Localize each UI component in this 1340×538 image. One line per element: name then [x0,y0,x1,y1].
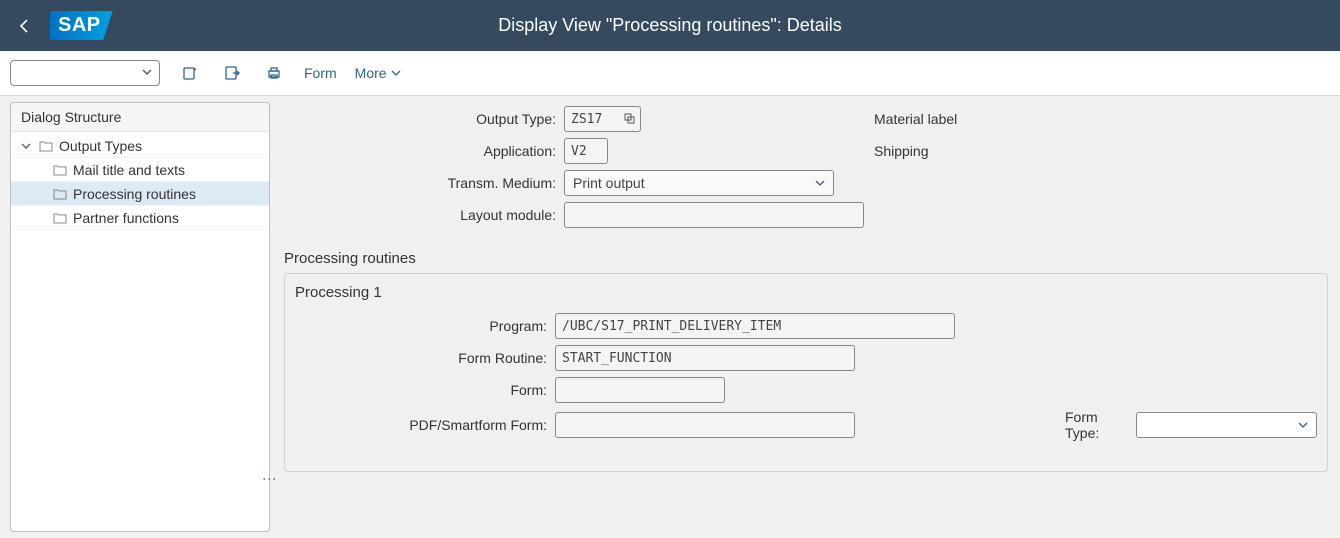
save-icon[interactable] [178,61,202,85]
transm-medium-value: Print output [573,175,645,191]
chevron-down-icon [21,141,35,151]
folder-open-icon [37,140,55,152]
sap-logo: SAP [50,11,113,40]
sidebar-header: Dialog Structure [11,103,269,132]
section-title: Processing routines [284,250,1328,267]
page-title: Display View "Processing routines": Deta… [498,0,842,51]
folder-icon [51,164,69,176]
tree-node-output-types[interactable]: Output Types [11,134,269,158]
tree-label: Mail title and texts [73,162,185,178]
program-label: Program: [295,318,555,334]
chevron-down-icon [1298,420,1308,430]
panel-title: Processing 1 [295,284,1317,301]
value-help-icon [624,113,636,125]
more-menu[interactable]: More [355,65,401,81]
output-type-field[interactable]: ZS17 [564,106,622,132]
tree: Output Types Mail title and texts Proces… [11,132,269,232]
tree-node-partner-functions[interactable]: Partner functions [11,206,269,230]
print-icon[interactable] [262,61,286,85]
output-type-desc: Material label [844,111,1104,127]
tree-label: Output Types [59,138,142,154]
form-type-select[interactable] [1136,412,1317,438]
form-field[interactable] [555,377,725,403]
form-action[interactable]: Form [304,65,337,81]
form-routine-label: Form Routine: [295,350,555,366]
command-input[interactable] [10,60,160,86]
program-field[interactable]: /UBC/S17_PRINT_DELIVERY_ITEM [555,313,955,339]
detail-content: Output Type: ZS17 Material label Applica… [278,96,1340,538]
application-label: Application: [284,143,564,159]
form-label: Form: [295,382,555,398]
form-action-label: Form [304,65,337,81]
application-desc: Shipping [844,143,1104,159]
transm-medium-label: Transm. Medium: [284,175,564,191]
tree-node-processing-routines[interactable]: Processing routines [11,182,269,206]
splitter[interactable]: ⋮ [270,96,278,538]
chevron-down-icon [391,68,401,78]
chevron-down-icon [141,66,153,78]
exit-icon[interactable] [220,61,244,85]
folder-open-icon [51,188,69,200]
chevron-down-icon [815,178,825,188]
form-routine-field[interactable]: START_FUNCTION [555,345,855,371]
transm-medium-select[interactable]: Print output [564,170,834,196]
grip-icon: ⋮ [262,472,278,485]
pdf-form-label: PDF/Smartform Form: [295,417,555,433]
folder-icon [51,212,69,224]
output-type-label: Output Type: [284,111,564,127]
tree-label: Processing routines [73,186,196,202]
processing-panel: Processing 1 Program: /UBC/S17_PRINT_DEL… [284,273,1328,472]
pdf-form-field[interactable] [555,412,855,438]
header-bar: SAP Display View "Processing routines": … [0,0,1340,51]
more-menu-label: More [355,65,387,81]
toolbar: Form More [0,51,1340,96]
tree-node-mail-title[interactable]: Mail title and texts [11,158,269,182]
application-field[interactable]: V2 [564,138,608,164]
dialog-structure-panel: Dialog Structure Output Types Mail title… [10,102,270,532]
tree-label: Partner functions [73,210,179,226]
layout-module-field[interactable] [564,202,864,228]
form-type-label: Form Type: [1065,409,1128,441]
value-help-button[interactable] [619,106,641,132]
back-button[interactable] [6,7,44,45]
layout-module-label: Layout module: [284,207,564,223]
